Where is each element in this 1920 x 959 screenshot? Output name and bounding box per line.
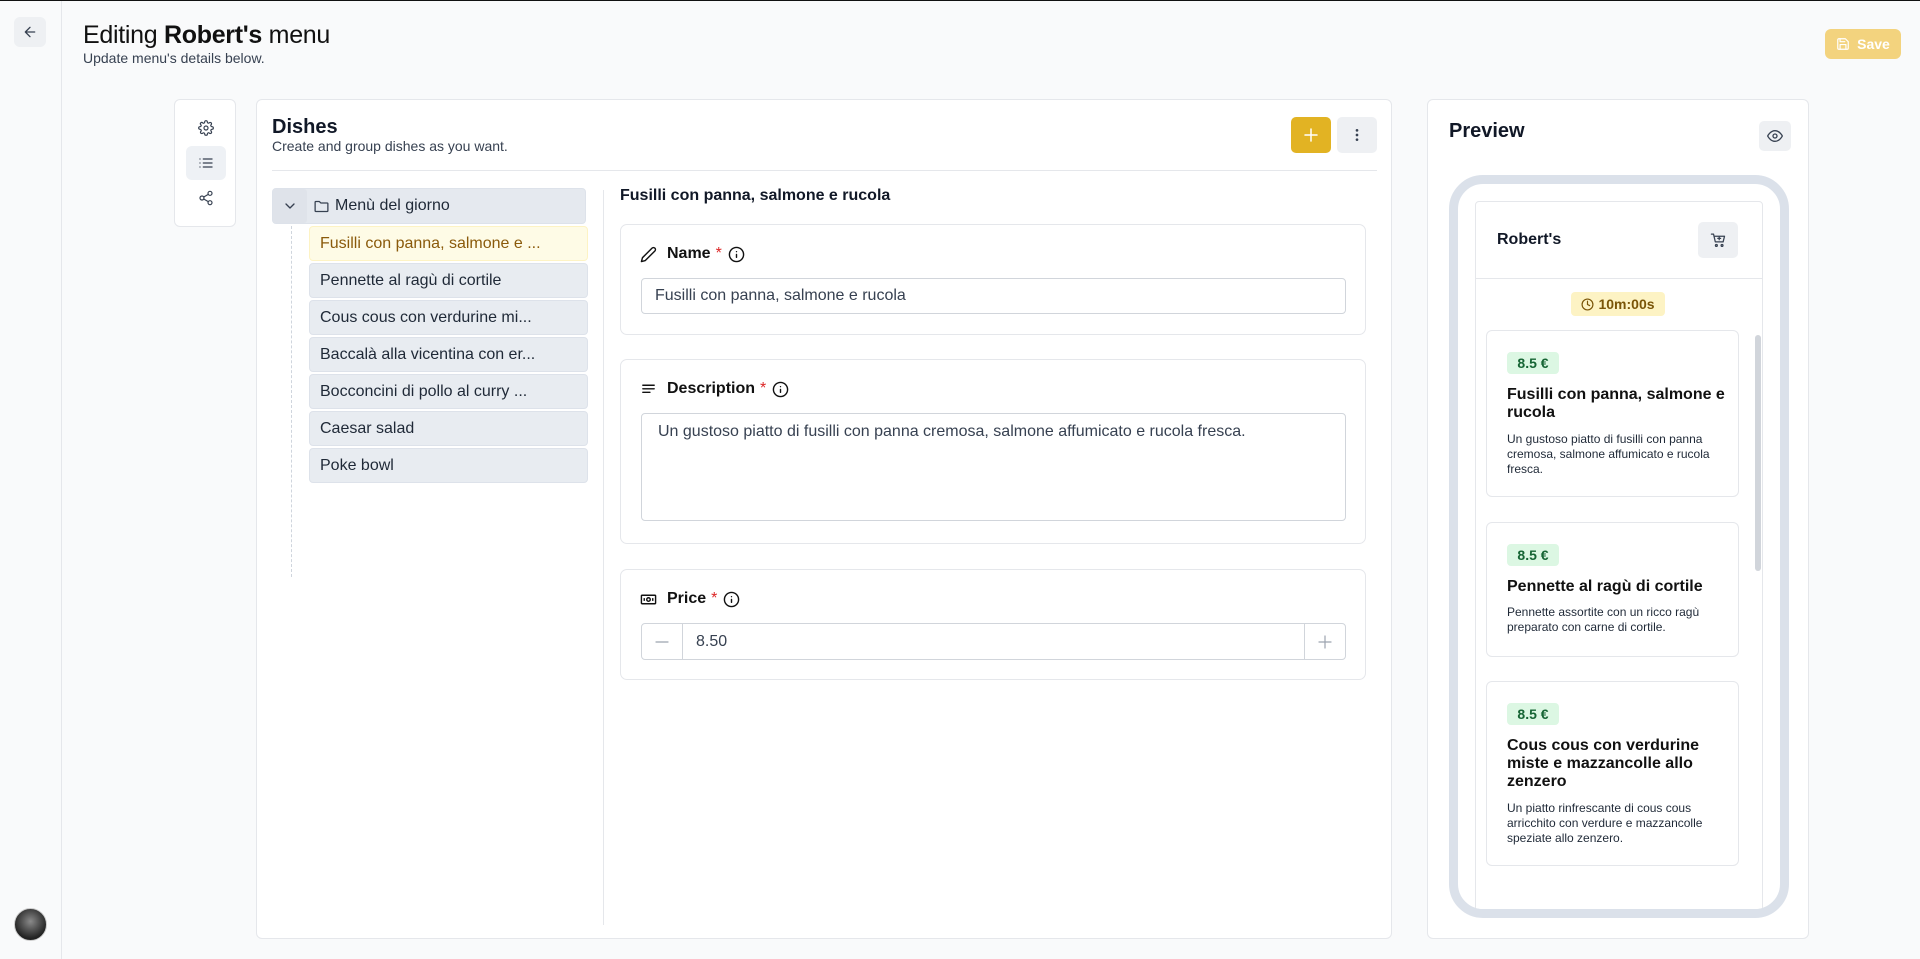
dish-item[interactable]: Pennette al ragù di cortile	[309, 263, 588, 298]
info-icon[interactable]	[728, 246, 745, 263]
restaurant-name: Robert's	[1497, 231, 1562, 248]
nav-dishes-button[interactable]	[186, 146, 226, 180]
back-button[interactable]	[14, 17, 46, 47]
preview-scrollbar[interactable]	[1755, 335, 1761, 571]
dish-item[interactable]: Bocconcini di pollo al curry ...	[309, 374, 588, 409]
description-field-card: Description * Un gustoso piatto di fusil…	[620, 359, 1366, 544]
more-options-button[interactable]	[1337, 117, 1377, 153]
name-input[interactable]: Fusilli con panna, salmone e rucola	[641, 278, 1346, 314]
price-field-card: Price * 8.50	[620, 569, 1366, 680]
description-label: Description	[667, 380, 756, 397]
preview-toggle-button[interactable]	[1759, 121, 1791, 151]
tree-guide-line	[291, 226, 292, 577]
window-top-border	[0, 0, 1920, 1]
preview-dish-description: Un gustoso piatto di fusilli con panna c…	[1507, 432, 1710, 476]
save-button[interactable]: Save	[1825, 29, 1901, 59]
description-textarea[interactable]: Un gustoso piatto di fusilli con panna c…	[641, 413, 1346, 521]
preview-panel: Preview Robert's 10m:00s 8.5 € Fusilli c…	[1427, 99, 1809, 939]
preview-dish-card[interactable]: 8.5 € Cous cous con verdurine miste e ma…	[1486, 681, 1739, 866]
required-mark: *	[711, 590, 718, 607]
chevron-down-icon	[282, 198, 298, 214]
dish-item[interactable]: Cous cous con verdurine mi...	[309, 300, 588, 335]
info-icon[interactable]	[723, 591, 740, 608]
preview-dish-title: Fusilli con panna, salmone e rucola	[1507, 386, 1725, 421]
preview-dish-title: Cous cous con verdurine miste e mazzanco…	[1507, 737, 1700, 790]
dish-item[interactable]: Baccalà alla vicentina con er...	[309, 337, 588, 372]
increment-button[interactable]	[1305, 624, 1345, 659]
nav-settings-button[interactable]	[186, 111, 226, 145]
preview-dish-card[interactable]: 8.5 € Pennette al ragù di cortile Pennet…	[1486, 522, 1739, 657]
name-field-card: Name * Fusilli con panna, salmone e ruco…	[620, 224, 1366, 335]
preview-dish-description: Pennette assortite con un ricco ragù pre…	[1507, 605, 1700, 634]
timer-text: 10m:00s	[1598, 296, 1655, 312]
nav-share-button[interactable]	[186, 181, 226, 215]
preview-title: Preview	[1449, 120, 1525, 142]
cart-button[interactable]	[1698, 222, 1738, 258]
cart-icon	[1710, 232, 1727, 249]
save-icon	[1836, 37, 1850, 51]
dishes-panel: Dishes Create and group dishes as you wa…	[256, 99, 1392, 939]
page-title: Editing Robert's menu	[83, 21, 331, 49]
arrow-left-icon	[22, 24, 38, 40]
app-rail	[0, 1, 62, 959]
clock-icon	[1581, 297, 1594, 311]
name-label-row: Name *	[640, 245, 745, 263]
dishes-subtitle: Create and group dishes as you want.	[272, 138, 508, 154]
preview-dish-description: Un piatto rinfrescante di cous cous arri…	[1507, 801, 1703, 845]
dish-group[interactable]: Menù del giorno	[272, 188, 586, 224]
decrement-button[interactable]	[642, 624, 682, 659]
banknote-icon	[640, 591, 657, 608]
name-label: Name	[667, 245, 711, 262]
gear-icon	[198, 120, 214, 136]
price-label: Price	[667, 590, 707, 607]
dish-heading: Fusilli con panna, salmone e rucola	[620, 187, 891, 204]
phone-screen: Robert's 10m:00s 8.5 € Fusilli con panna…	[1475, 201, 1763, 909]
dish-item[interactable]: Caesar salad	[309, 411, 588, 446]
eye-icon	[1767, 128, 1783, 144]
page-subtitle: Update menu's details below.	[83, 50, 265, 66]
preview-dish-card[interactable]: 8.5 € Fusilli con panna, salmone e rucol…	[1486, 330, 1739, 497]
price-badge: 8.5 €	[1507, 703, 1559, 725]
price-badge: 8.5 €	[1507, 544, 1559, 566]
dish-group-label: Menù del giorno	[335, 197, 450, 214]
pencil-icon	[640, 246, 657, 263]
align-left-icon	[640, 381, 657, 398]
required-mark: *	[715, 245, 722, 262]
dish-item[interactable]: Fusilli con panna, salmone e ...	[309, 226, 588, 261]
dish-item[interactable]: Poke bowl	[309, 448, 588, 483]
description-label-row: Description *	[640, 380, 789, 398]
price-input[interactable]: 8.50	[682, 624, 1305, 659]
preview-dish-title: Pennette al ragù di cortile	[1507, 578, 1703, 595]
share-icon	[198, 190, 214, 206]
more-vertical-icon	[1349, 127, 1365, 143]
price-stepper: 8.50	[641, 623, 1346, 660]
section-nav	[174, 99, 236, 227]
plus-icon	[1316, 633, 1334, 651]
timer-badge: 10m:00s	[1571, 292, 1665, 316]
save-label: Save	[1857, 36, 1890, 52]
folder-icon	[313, 198, 330, 215]
add-dish-button[interactable]	[1291, 117, 1331, 153]
header-divider	[272, 170, 1377, 171]
minus-icon	[653, 633, 671, 651]
phone-frame: Robert's 10m:00s 8.5 € Fusilli con panna…	[1449, 175, 1789, 918]
collapse-group-button[interactable]	[273, 189, 307, 223]
price-label-row: Price *	[640, 590, 740, 608]
price-badge: 8.5 €	[1507, 352, 1559, 374]
required-mark: *	[760, 380, 767, 397]
column-divider	[603, 190, 604, 925]
info-icon[interactable]	[772, 381, 789, 398]
list-icon	[198, 155, 214, 171]
plus-icon	[1302, 126, 1320, 144]
avatar[interactable]	[14, 908, 47, 941]
preview-header: Robert's	[1476, 202, 1762, 279]
dishes-title: Dishes	[272, 116, 338, 138]
